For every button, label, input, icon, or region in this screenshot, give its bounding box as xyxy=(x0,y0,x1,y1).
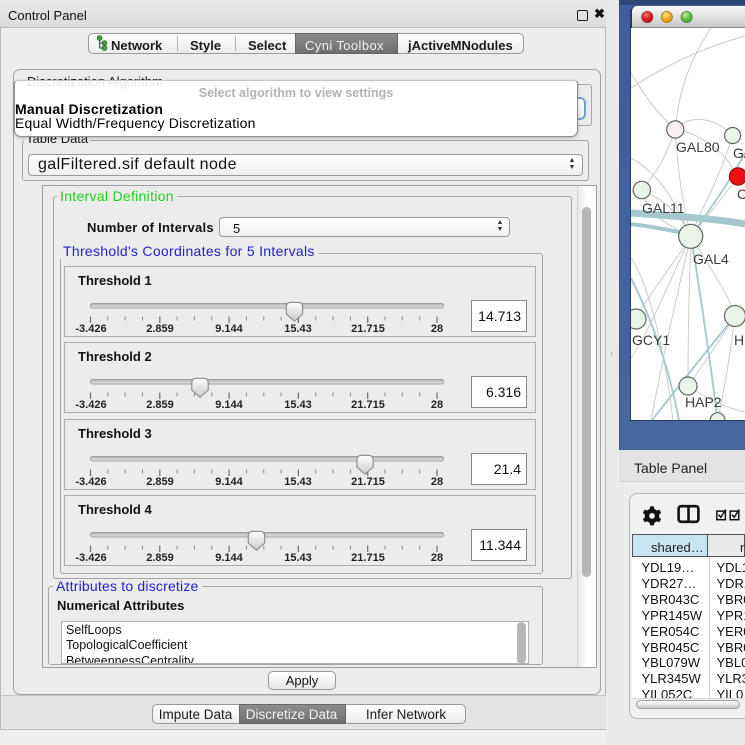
svg-text:C: C xyxy=(737,186,745,202)
svg-text:GCY1: GCY1 xyxy=(632,332,670,348)
svg-text:H: H xyxy=(734,332,744,348)
svg-text:GAL4: GAL4 xyxy=(693,251,729,267)
svg-text:GAL80: GAL80 xyxy=(676,139,720,155)
svg-text:GAL11: GAL11 xyxy=(642,200,685,216)
svg-text:GA: GA xyxy=(733,145,745,161)
svg-text:HAP2: HAP2 xyxy=(685,394,722,410)
